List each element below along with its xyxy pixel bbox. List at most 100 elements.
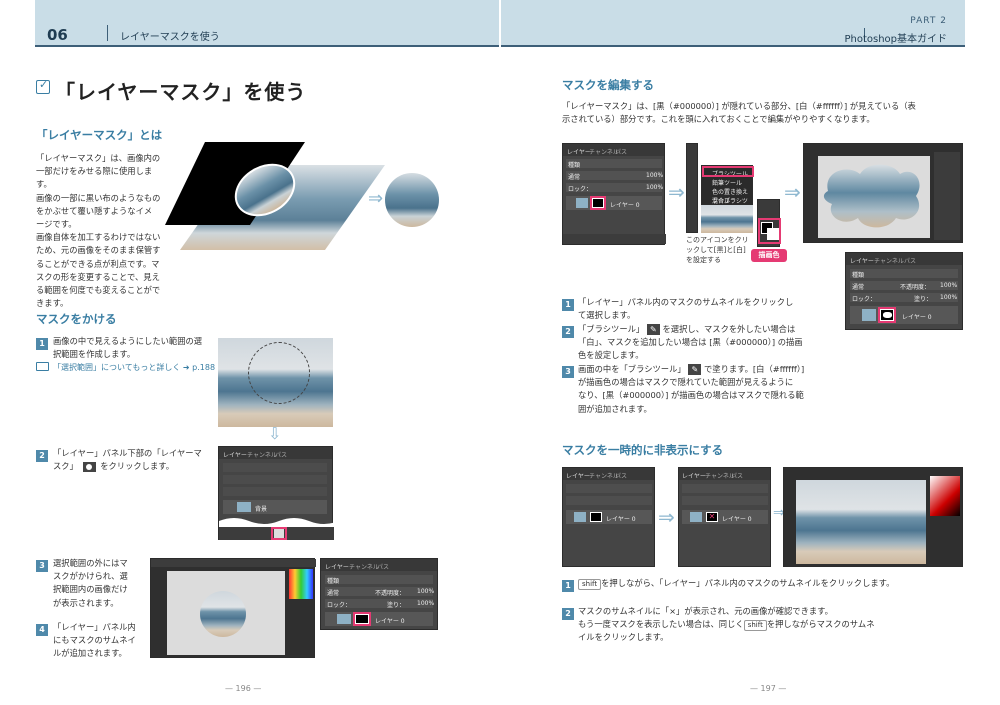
reference-link[interactable]: 「選択範囲」についてもっと詳しく ➜ p.188 — [53, 362, 215, 373]
page-title: 「レイヤーマスク」を使う — [55, 80, 307, 104]
lock-row[interactable] — [223, 487, 327, 496]
tab-paths[interactable]: パス — [904, 256, 916, 265]
highlight-box — [702, 166, 754, 177]
menu-item-pencil[interactable]: 鉛筆ツール — [712, 178, 742, 187]
photo-selection — [218, 338, 333, 427]
side-panels — [934, 152, 960, 240]
part-label: PART 2 — [910, 16, 947, 26]
layer-thumbnail[interactable] — [576, 198, 588, 208]
layer-thumbnail[interactable] — [862, 309, 876, 321]
color-swatches — [757, 199, 781, 247]
tab-paths[interactable]: パス — [275, 450, 287, 459]
panel-footer — [563, 234, 666, 244]
brush-icon: ✎ — [688, 364, 702, 375]
cut-wave — [219, 518, 334, 527]
mask-illustration: ⇒ — [165, 142, 439, 250]
lock-row[interactable]: ロック： 塗り： 100% — [850, 293, 958, 303]
menu-bar — [151, 559, 316, 567]
callout-text: このアイコンをクリ ックして[黒]と[白] を設定する — [686, 236, 749, 264]
canvas — [167, 571, 285, 655]
tab-paths[interactable]: パス — [377, 562, 389, 571]
kind-filter[interactable] — [566, 484, 652, 493]
lock-row[interactable] — [566, 496, 652, 505]
layer-row[interactable]: 背景 — [223, 500, 327, 514]
header-divider — [107, 25, 108, 41]
kind-filter[interactable] — [682, 484, 768, 493]
step-number: 4 — [36, 624, 48, 636]
layer-row[interactable]: ✕ レイヤー 0 — [682, 510, 768, 524]
panel-tabs: レイヤー チャンネル パス — [321, 559, 437, 571]
layer-thumbnail[interactable] — [574, 512, 586, 522]
pink-label: 描画色 — [751, 249, 787, 262]
disabled-mask-thumbnail[interactable]: ✕ — [706, 512, 718, 522]
brush-icon: ✎ — [646, 324, 660, 335]
lock-row[interactable] — [682, 496, 768, 505]
kind-filter[interactable]: 種類 — [566, 159, 662, 169]
lock-row[interactable]: ロック： 100% — [566, 183, 663, 193]
color-panel — [289, 569, 313, 599]
step-text: shift を押しながら、「レイヤー」パネル内のマスクのサムネイルをクリックします… — [578, 577, 963, 590]
mask-thumbnail[interactable] — [590, 512, 602, 522]
step-text: 「ブラシツール」 ✎ を選択し、マスクを外したい場合は 「白」、マスクを追加した… — [578, 324, 803, 361]
svg-text:⇒: ⇒ — [368, 188, 383, 209]
tab-layers[interactable]: レイヤー — [223, 450, 247, 459]
panel-tabs: レイヤー チャンネル パス — [679, 468, 770, 480]
tab-channels[interactable]: チャンネル — [874, 256, 904, 265]
page-number: — 196 — — [225, 684, 262, 693]
blend-mode[interactable]: 通常 不透明度： 100% — [850, 281, 958, 291]
layer-thumbnail[interactable] — [690, 512, 702, 522]
layer-row[interactable]: レイヤー 0 — [566, 196, 662, 210]
tab-layers[interactable]: レイヤー — [682, 471, 706, 480]
panel-tabs: レイヤー チャンネル パス — [563, 144, 664, 156]
photoshop-workspace — [803, 143, 963, 243]
chapter-title: レイヤーマスクを使う — [120, 32, 220, 43]
tab-paths[interactable]: パス — [615, 471, 627, 480]
kind-filter[interactable]: 種類 — [850, 269, 958, 279]
step-number: 3 — [36, 560, 48, 572]
layer-thumbnail[interactable] — [237, 502, 251, 512]
layer-name: レイヤー 0 — [610, 202, 640, 209]
selection-marquee — [248, 342, 310, 404]
layer-thumbnail[interactable] — [337, 614, 351, 624]
tab-layers[interactable]: レイヤー — [850, 256, 874, 265]
fill-value[interactable]: 100% — [417, 600, 434, 607]
layer-name: レイヤー 0 — [902, 314, 932, 321]
layers-panel: レイヤー チャンネル パス 種類 通常 100% ロック： 100% レイヤー 0 — [562, 143, 666, 245]
highlight-box — [590, 196, 606, 210]
layer-row[interactable]: レイヤー 0 — [850, 306, 958, 324]
kind-filter[interactable] — [223, 463, 327, 472]
layer-row[interactable]: レイヤー 0 — [566, 510, 652, 524]
shift-key: shift — [578, 579, 602, 590]
unmasked-photo — [796, 480, 926, 564]
tab-layers[interactable]: レイヤー — [325, 562, 349, 571]
layer-row[interactable]: レイヤー 0 — [325, 612, 433, 626]
lock-row[interactable]: ロック： 塗り： 100% — [325, 599, 434, 609]
step-text: 画像の中で見えるようにしたい範囲の選 択範囲を作成します。 — [53, 336, 203, 360]
tab-paths[interactable]: パス — [615, 147, 627, 156]
highlight-box — [353, 612, 371, 626]
left-header-band: 06 レイヤーマスクを使う — [35, 0, 499, 47]
blend-mode[interactable] — [223, 475, 327, 484]
tab-channels[interactable]: チャンネル — [247, 450, 277, 459]
step-number: 1 — [562, 299, 574, 311]
blend-mode[interactable]: 通常 不透明度： 100% — [325, 587, 434, 597]
step-number: 2 — [562, 326, 574, 338]
step-text: 選択範囲の外にはマ スクがかけられ、選 択範囲内の画像だけ が表示されます。 — [53, 558, 128, 608]
tab-channels[interactable]: チャンネル — [349, 562, 379, 571]
page-number: — 197 — — [750, 684, 787, 693]
kind-filter[interactable]: 種類 — [325, 575, 433, 585]
intro-paragraph: 「レイヤーマスク」は、[黒（#000000）] が隠れている部分、[白（#fff… — [562, 101, 916, 125]
layer-mask-icon — [82, 461, 96, 472]
chapter-number: 06 — [47, 26, 68, 44]
tab-layers[interactable]: レイヤー — [566, 471, 590, 480]
opacity-value[interactable]: 100% — [417, 588, 434, 595]
section-paragraph: 「レイヤーマスク」は、画像内の 一部だけをみせる際に使用します。 画像の一部に黒… — [36, 153, 161, 309]
tab-paths[interactable]: パス — [731, 471, 743, 480]
tab-layers[interactable]: レイヤー — [567, 147, 591, 156]
panel-tabs: レイヤー チャンネル パス — [219, 447, 332, 459]
shift-key: shift — [743, 620, 767, 632]
step-text: 「レイヤー」パネル内 にもマスクのサムネイ ルが追加されます。 — [53, 622, 136, 659]
photoshop-workspace — [150, 558, 316, 658]
highlight-box — [271, 527, 287, 540]
blend-mode[interactable]: 通常 100% — [566, 171, 663, 181]
